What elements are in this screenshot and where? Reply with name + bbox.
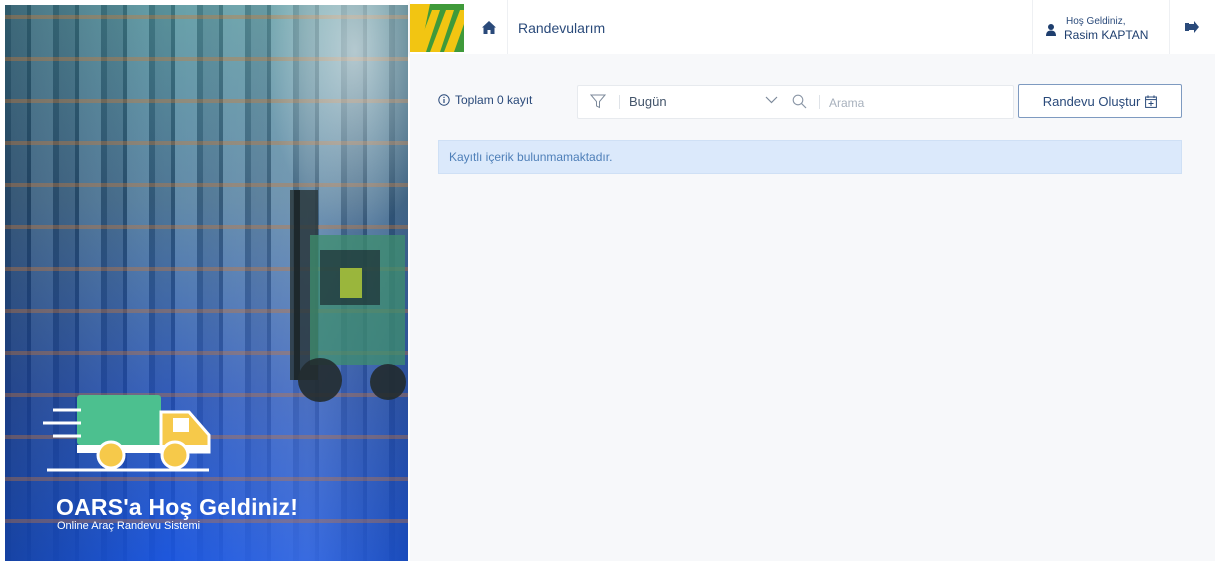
page-nav-title[interactable]: Randevularım [518,20,605,36]
search-icon [792,94,807,109]
info-icon [438,94,450,106]
divider [619,95,620,109]
filter-icon[interactable] [590,94,606,109]
logout-icon[interactable] [1182,19,1202,35]
user-name: Rasim KAPTAN [1064,28,1149,42]
calendar-plus-icon [1145,94,1158,108]
top-bar: Randevularım Hoş Geldiniz, Rasim KAPTAN [410,0,1215,54]
search-input[interactable] [827,92,1011,114]
chevron-down-icon[interactable] [765,96,778,104]
record-count: Toplam 0 kayıt [438,93,532,107]
filter-toolbar: Bugün [577,85,1014,119]
empty-state-alert: Kayıtlı içerik bulunmamaktadır. [438,140,1182,174]
delivery-truck-icon [43,395,211,472]
forklift-image [290,190,406,402]
welcome-text: Hoş Geldiniz, [1066,16,1126,27]
hero-panel: OARS'a Hoş Geldiniz! Online Araç Randevu… [5,5,408,561]
brand-logo[interactable] [410,4,464,52]
create-appointment-label: Randevu Oluştur [1042,93,1141,109]
divider [819,95,820,109]
user-menu[interactable]: Hoş Geldiniz, Rasim KAPTAN [1032,0,1170,54]
main-content: Toplam 0 kayıt Bugün Randevu Oluştur Kay… [410,54,1215,561]
hero-subtitle: Online Araç Randevu Sistemi [57,520,201,532]
date-filter-select[interactable]: Bugün [629,94,667,109]
home-button[interactable] [470,0,508,54]
home-icon [481,20,496,34]
record-count-label: Toplam 0 kayıt [455,93,533,107]
user-icon [1046,24,1056,36]
create-appointment-button[interactable]: Randevu Oluştur [1018,84,1182,118]
hero-title: OARS'a Hoş Geldiniz! [56,494,299,520]
